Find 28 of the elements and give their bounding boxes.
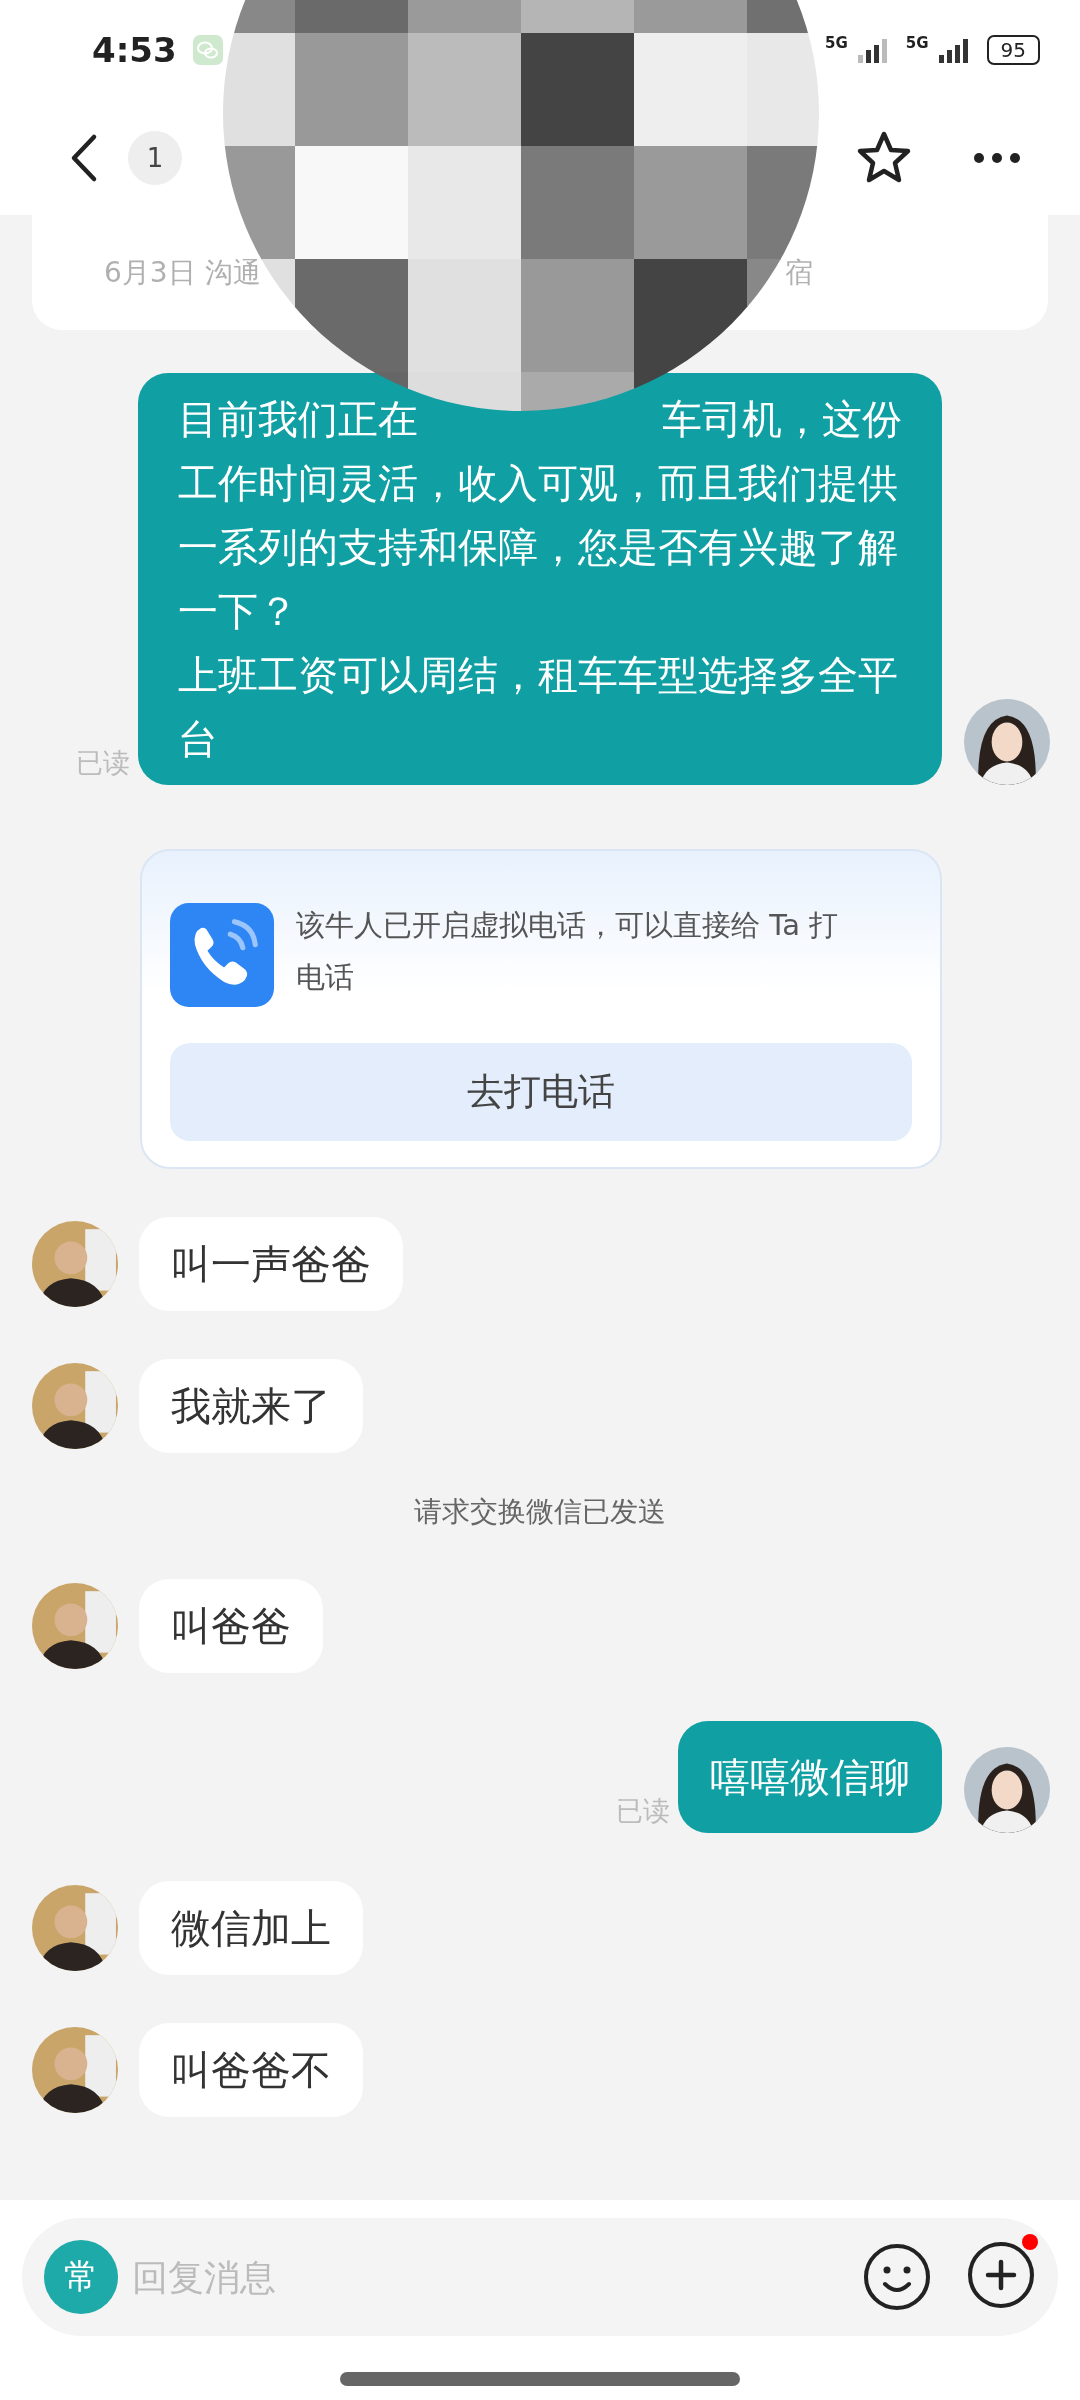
reply-field[interactable]: 回复消息: [130, 2255, 434, 2299]
system-notice: 请求交换微信已发送: [413, 1494, 667, 1530]
battery-level: 95: [986, 35, 1040, 65]
message-bubble[interactable]: 叫爸爸不: [139, 2023, 363, 2117]
message-text: 工作时间灵活，收入可观，而且我们提供一系列的支持和保障，您是否有兴趣了解一下？: [178, 459, 899, 636]
message-bubble[interactable]: 我就来了: [139, 1359, 363, 1453]
pinned-text: 宿: [785, 254, 813, 291]
network-label: 5G: [905, 34, 929, 52]
message-bubble[interactable]: 叫一声爸爸: [139, 1217, 403, 1311]
more-icon[interactable]: [972, 150, 1022, 165]
phone-icon: [170, 903, 274, 1007]
message-text: 车司机，这份: [662, 395, 902, 444]
emoji-icon[interactable]: [862, 2242, 932, 2312]
call-card-text: 该牛人已开启虚拟电话，可以直接给 Ta 打电话: [296, 907, 840, 996]
call-button[interactable]: 去打电话: [170, 1043, 912, 1141]
pinned-text: 6月3日 沟通: [104, 254, 261, 291]
status-time: 4:53: [92, 30, 177, 70]
read-label: 已读: [616, 1794, 670, 1828]
message-bubble[interactable]: 微信加上: [139, 1881, 363, 1975]
plus-icon[interactable]: [966, 2240, 1036, 2310]
message-bubble[interactable]: 叫爸爸: [139, 1579, 323, 1673]
unread-count-badge: 1: [128, 130, 182, 185]
read-label: 已读: [76, 746, 130, 780]
network-label: 5G: [825, 34, 848, 52]
chat-app-icon: [192, 35, 223, 65]
message-text: 上班工资可以周结，租车车型选择多全平台: [178, 651, 899, 764]
message-text: 嘻嘻微信聊: [710, 1753, 910, 1802]
message-text: 目前我们正在: [178, 395, 418, 444]
